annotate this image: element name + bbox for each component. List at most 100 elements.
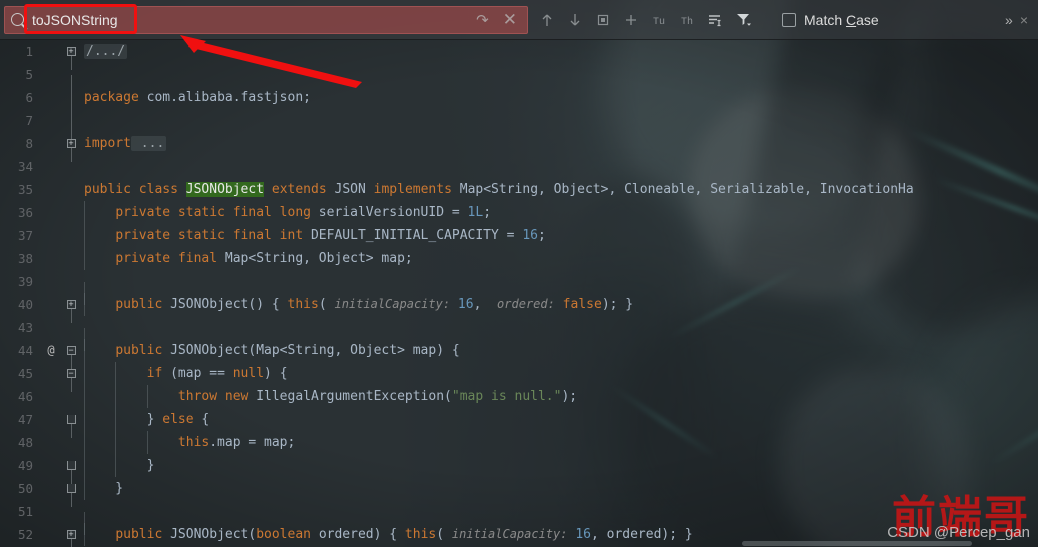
code-token: }	[84, 481, 124, 496]
fold-marker[interactable]	[62, 461, 80, 484]
code-text[interactable]: private static final int DEFAULT_INITIAL…	[80, 224, 1038, 247]
fold-marker[interactable]: −	[62, 369, 80, 392]
code-line[interactable]: 7	[0, 109, 1038, 144]
fold-marker[interactable]	[62, 415, 80, 438]
search-input[interactable]	[30, 11, 467, 28]
code-text[interactable]: public JSONObject(Map<String, Object> ma…	[80, 339, 1038, 362]
code-line[interactable]: 50 }	[0, 477, 1038, 507]
fold-marker[interactable]: +	[62, 300, 80, 323]
code-line[interactable]: 40 + public JSONObject() { this( initialC…	[0, 293, 1038, 323]
code-text[interactable]: private final Map<String, Object> map;	[80, 247, 1038, 270]
code-line[interactable]: 5	[0, 63, 1038, 98]
fold-end-icon[interactable]	[66, 484, 76, 493]
code-line[interactable]: 43	[0, 316, 1038, 351]
code-line[interactable]: 48 this.map = map;	[0, 431, 1038, 454]
code-line[interactable]: 35 public class JSONObject extends JSON i…	[0, 178, 1038, 201]
fold-expand-icon[interactable]: +	[66, 47, 76, 56]
code-text[interactable]: if (map == null) {	[80, 362, 1038, 385]
list-filter-icon[interactable]	[702, 7, 728, 33]
code-line[interactable]: 38 private final Map<String, Object> map…	[0, 247, 1038, 270]
match-case-checkbox[interactable]: Match Case	[782, 12, 879, 28]
code-line[interactable]: 45 − if (map == null) {	[0, 362, 1038, 392]
line-number: 50	[17, 481, 33, 496]
code-text[interactable]: private static final long serialVersionU…	[80, 201, 1038, 224]
overflow-menu-button[interactable]: »	[1005, 12, 1013, 28]
line-number: 37	[17, 228, 33, 243]
code-text[interactable]: } else {	[80, 408, 1038, 431]
code-text[interactable]: }	[80, 477, 1038, 500]
code-line[interactable]: 51	[0, 500, 1038, 535]
regex-icon[interactable]: ↷	[472, 11, 493, 29]
code-line[interactable]: 34	[0, 155, 1038, 178]
code-text[interactable]: public class JSONObject extends JSON imp…	[80, 178, 1038, 201]
find-next-button[interactable]	[562, 7, 588, 33]
fold-marker[interactable]	[62, 484, 80, 507]
find-previous-button[interactable]	[534, 7, 560, 33]
code-token: IllegalArgumentException(	[248, 389, 452, 404]
code-token: implements	[373, 182, 452, 197]
code-token: (map ==	[162, 366, 233, 381]
preserve-case-icon[interactable]: Th	[674, 7, 700, 33]
fold-marker[interactable]: +	[62, 47, 80, 70]
code-editor[interactable]: 1 + /.../ 5 6 package com.alibaba.fastjson; 7 8…	[0, 40, 1038, 547]
fold-marker[interactable]: +	[62, 530, 80, 547]
code-line[interactable]: 8 + import ...	[0, 132, 1038, 162]
find-input-wrapper[interactable]: ↷ ✕	[4, 5, 528, 34]
code-line[interactable]: 6 package com.alibaba.fastjson;	[0, 86, 1038, 121]
find-window-icon[interactable]: Tu	[646, 7, 672, 33]
code-token: import	[84, 136, 131, 151]
code-line[interactable]: 46 throw new IllegalArgumentException("m…	[0, 385, 1038, 408]
code-token: public	[115, 297, 163, 312]
fold-end-icon[interactable]	[66, 415, 76, 424]
code-text[interactable]: public JSONObject() { this( initialCapac…	[80, 293, 1038, 316]
code-line[interactable]: 37 private static final int DEFAULT_INIT…	[0, 224, 1038, 247]
annotation-gutter-icon[interactable]: @	[40, 339, 62, 362]
code-text[interactable]: /.../	[80, 40, 1038, 63]
code-token: ,	[473, 297, 498, 312]
fold-collapse-icon[interactable]: −	[66, 346, 76, 355]
funnel-icon[interactable]	[730, 7, 756, 33]
code-token: 16	[457, 297, 474, 312]
code-token: ;	[483, 205, 492, 220]
fold-collapse-icon[interactable]: −	[66, 369, 76, 378]
code-token: public	[115, 343, 163, 358]
close-icon[interactable]: ✕	[499, 10, 521, 30]
horizontal-scrollbar[interactable]	[0, 541, 1038, 547]
code-token: initialCapacity:	[451, 527, 568, 541]
fold-expand-icon[interactable]: +	[66, 530, 76, 539]
code-text[interactable]: import ...	[80, 132, 1038, 155]
fold-expand-icon[interactable]: +	[66, 300, 76, 309]
fold-expand-icon[interactable]: +	[66, 139, 76, 148]
add-selection-button[interactable]	[618, 7, 644, 33]
code-line[interactable]: 39	[0, 270, 1038, 305]
scrollbar-thumb[interactable]	[742, 541, 972, 546]
code-line[interactable]: 1 + /.../	[0, 40, 1038, 70]
code-token: JSONObject	[185, 182, 265, 197]
code-line[interactable]: 49 }	[0, 454, 1038, 484]
fold-marker[interactable]: −	[62, 346, 80, 369]
indent-guide	[146, 431, 148, 454]
code-text[interactable]: this.map = map;	[80, 431, 1038, 454]
line-number: 43	[17, 320, 33, 335]
fold-marker[interactable]: +	[62, 139, 80, 162]
line-number: 39	[17, 274, 33, 289]
code-line[interactable]: 44 @ − public JSONObject(Map<String, Objec…	[0, 339, 1038, 369]
code-text[interactable]: package com.alibaba.fastjson;	[80, 86, 1038, 109]
checkbox-box[interactable]	[782, 12, 796, 27]
code-text[interactable]: }	[80, 454, 1038, 477]
indent-guide	[84, 247, 85, 270]
line-number: 49	[17, 458, 33, 473]
indent-guide	[84, 224, 85, 247]
code-line[interactable]: 36 private static final long serialVersi…	[0, 201, 1038, 224]
svg-text:Tu: Tu	[653, 17, 665, 27]
code-line[interactable]: 47 } else {	[0, 408, 1038, 438]
fold-end-icon[interactable]	[66, 461, 76, 470]
code-token: (	[436, 527, 452, 542]
close-find-button[interactable]: ×	[1020, 12, 1028, 28]
select-all-occurrences-button[interactable]	[590, 7, 616, 33]
indent-guide	[115, 431, 117, 454]
code-text[interactable]: throw new IllegalArgumentException("map …	[80, 385, 1038, 408]
